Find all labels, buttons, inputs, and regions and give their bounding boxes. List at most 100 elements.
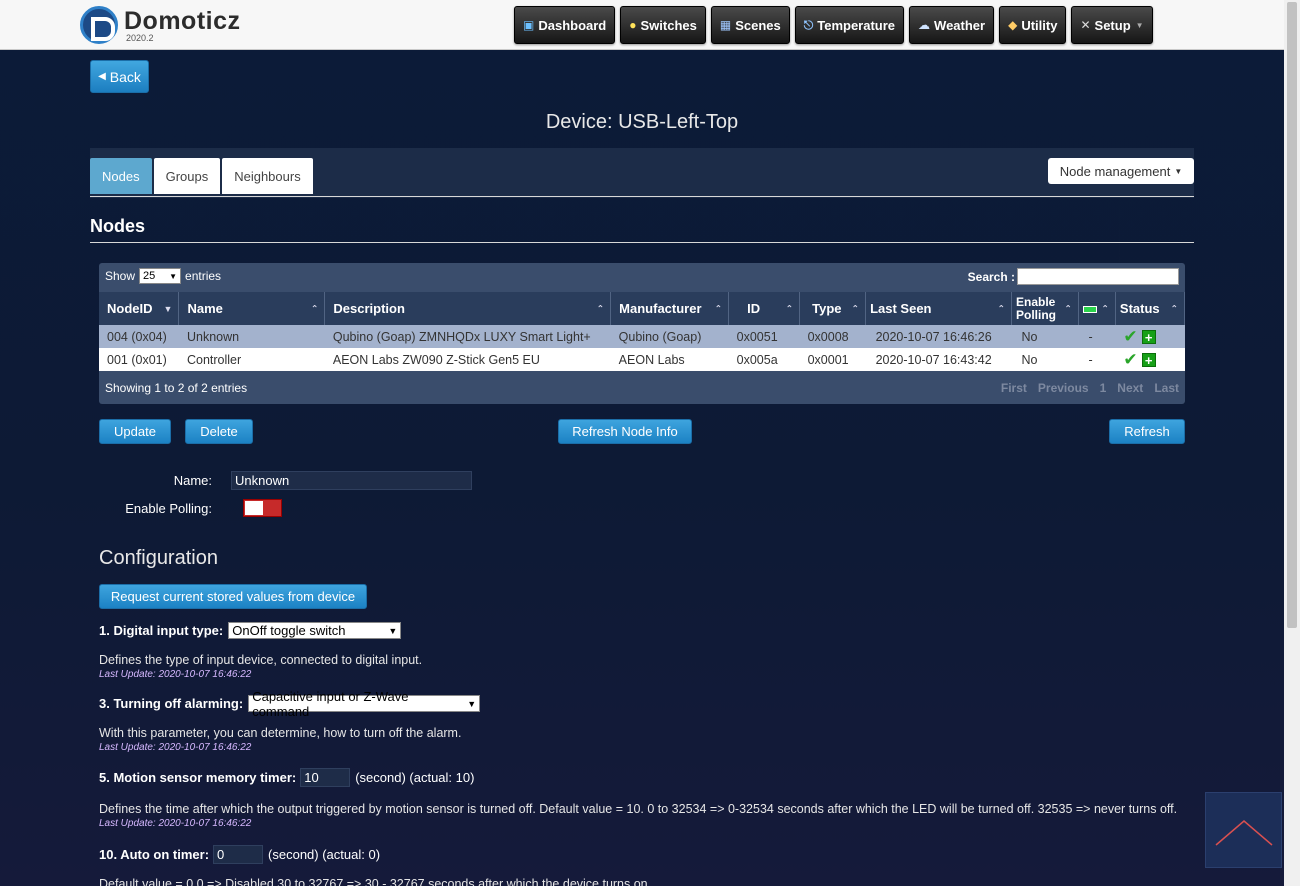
param-label: 1. Digital input type: <box>99 623 224 638</box>
page-next[interactable]: Next <box>1117 381 1143 395</box>
col-manufacturer[interactable]: Manufacturer ⌃ <box>610 292 730 325</box>
scroll-to-top-button[interactable] <box>1205 792 1282 868</box>
column-label: Status <box>1119 301 1160 316</box>
page-first[interactable]: First <box>1001 381 1027 395</box>
cell-name: Controller <box>178 348 325 371</box>
param-unit: (second) (actual: 10) <box>355 770 475 785</box>
cell-battery: - <box>1078 348 1116 371</box>
entries-value: 25 <box>143 270 156 282</box>
back-button[interactable]: ◀ Back <box>90 60 149 93</box>
col-last-seen[interactable]: Last Seen ⌃ <box>865 292 1012 325</box>
cell-id: 0x0051 <box>728 325 800 348</box>
tabs-divider <box>90 196 1194 197</box>
column-label: Last Seen <box>870 301 932 316</box>
enable-polling-toggle[interactable] <box>243 499 282 517</box>
param-input[interactable]: 0 <box>213 845 264 864</box>
sort-icon: ⌃ <box>310 303 319 313</box>
cell-id: 0x005a <box>728 348 800 371</box>
param-description: Defines the type of input device, connec… <box>99 653 423 667</box>
column-label: Name <box>187 301 223 316</box>
nav-utility[interactable]: ◆ Utility <box>999 6 1067 44</box>
nav-label: Switches <box>640 17 697 33</box>
name-label: Name: <box>173 473 212 488</box>
page-previous[interactable]: Previous <box>1038 381 1089 395</box>
cell-manufacturer: AEON Labs <box>610 348 729 371</box>
update-button[interactable]: Update <box>99 419 171 444</box>
nav-setup[interactable]: ✕ Setup ▼ <box>1071 6 1153 44</box>
page-number[interactable]: 1 <box>1100 381 1107 395</box>
tab-groups[interactable]: Groups <box>153 158 221 194</box>
col-name[interactable]: Name ⌃ <box>178 292 326 325</box>
col-description[interactable]: Description ⌃ <box>324 292 612 325</box>
column-label: Description <box>333 301 405 316</box>
param-select[interactable]: Capacitive input or Z-Wave command ▼ <box>248 689 481 719</box>
cloud-icon: ☁ <box>918 18 931 32</box>
sort-icon: ⌃ <box>1101 303 1109 313</box>
table-row[interactable]: 004 (0x04) Unknown Qubino (Goap) ZMNHQDx… <box>99 325 1185 348</box>
cell-polling: No <box>1011 325 1079 348</box>
param-select[interactable]: OnOff toggle switch ▼ <box>228 622 402 639</box>
nodes-table-wrapper: Show 25 ▼ entries Search : NodeID ▼ Name ⌃ … <box>99 263 1186 404</box>
param-digital-input-type: 1. Digital input type: OnOff toggle swit… <box>99 622 402 639</box>
chevron-down-icon: ▼ <box>1174 166 1183 176</box>
nav-label: Temperature <box>817 17 896 33</box>
toggle-knob <box>245 501 263 515</box>
scrollbar-thumb[interactable] <box>1287 2 1297 628</box>
app-version: 2020.2 <box>126 32 154 43</box>
cell-last-seen: 2020-10-07 16:43:42 <box>865 348 1012 371</box>
app-logo[interactable]: Domoticz 2020.2 <box>80 6 241 44</box>
col-nodeid[interactable]: NodeID ▼ <box>99 292 180 325</box>
search-input[interactable] <box>1017 268 1179 285</box>
entries-select[interactable]: 25 ▼ <box>139 268 182 284</box>
param-auto-on-timer: 10. Auto on timer: 0 (second) (actual: 0… <box>99 845 380 864</box>
request-stored-values-button[interactable]: Request current stored values from devic… <box>99 584 367 609</box>
param-description: Defines the time after which the output … <box>99 802 1178 816</box>
utility-icon: ◆ <box>1008 18 1018 32</box>
sort-icon: ⌃ <box>1064 303 1072 313</box>
page-scrollbar[interactable] <box>1284 0 1300 886</box>
col-status[interactable]: Status ⌃ <box>1115 292 1186 325</box>
col-id[interactable]: ID ⌃ <box>728 292 801 325</box>
column-label: NodeID <box>107 301 153 316</box>
tab-nodes[interactable]: Nodes <box>90 158 152 194</box>
nav-dashboard[interactable]: ▣ Dashboard <box>514 6 616 44</box>
col-type[interactable]: Type ⌃ <box>799 292 867 325</box>
cell-nodeid: 001 (0x01) <box>99 348 179 371</box>
table-row[interactable]: 001 (0x01) Controller AEON Labs ZW090 Z-… <box>99 348 1185 371</box>
nav-scenes[interactable]: ▦ Scenes <box>710 6 790 44</box>
col-battery[interactable]: ⌃ <box>1078 292 1116 325</box>
sort-icon: ⌃ <box>714 303 723 313</box>
add-icon[interactable]: + <box>1141 352 1156 367</box>
name-input[interactable]: Unknown <box>231 471 472 490</box>
nav-label: Dashboard <box>538 17 607 33</box>
cell-battery: - <box>1078 325 1116 348</box>
add-icon[interactable]: + <box>1141 329 1156 344</box>
page-last[interactable]: Last <box>1154 381 1179 395</box>
column-label: Manufacturer <box>619 301 702 316</box>
param-unit: (second) (actual: 0) <box>268 847 381 862</box>
battery-icon <box>1082 306 1097 314</box>
enable-polling-label: Enable Polling: <box>125 501 212 516</box>
col-enable-polling[interactable]: Enable Polling ⌃ <box>1011 292 1079 325</box>
table-search: Search : <box>968 268 1179 285</box>
nav-temperature[interactable]: ⎋ Temperature <box>794 6 905 44</box>
param-label: 10. Auto on timer: <box>99 847 210 862</box>
configuration-title: Configuration <box>99 547 218 569</box>
tab-neighbours[interactable]: Neighbours <box>222 158 313 194</box>
refresh-node-info-button[interactable]: Refresh Node Info <box>558 419 692 444</box>
column-label: ID <box>747 301 761 316</box>
param-input[interactable]: 10 <box>300 768 351 787</box>
arrow-left-icon: ◀ <box>98 71 106 82</box>
nav-weather[interactable]: ☁ Weather <box>909 6 995 44</box>
tabs: Nodes Groups Neighbours <box>90 158 315 194</box>
node-management-dropdown[interactable]: Node management ▼ <box>1048 158 1194 184</box>
nav-switches[interactable]: ● Switches <box>620 6 706 44</box>
refresh-button[interactable]: Refresh <box>1109 419 1185 444</box>
search-label: Search : <box>967 269 1015 284</box>
domoticz-logo-icon <box>80 6 118 44</box>
node-management-label: Node management <box>1059 163 1171 179</box>
sort-desc-icon: ▼ <box>163 303 173 314</box>
nav-label: Weather <box>934 17 986 33</box>
chevron-up-icon <box>1215 820 1273 846</box>
delete-button[interactable]: Delete <box>185 419 253 444</box>
